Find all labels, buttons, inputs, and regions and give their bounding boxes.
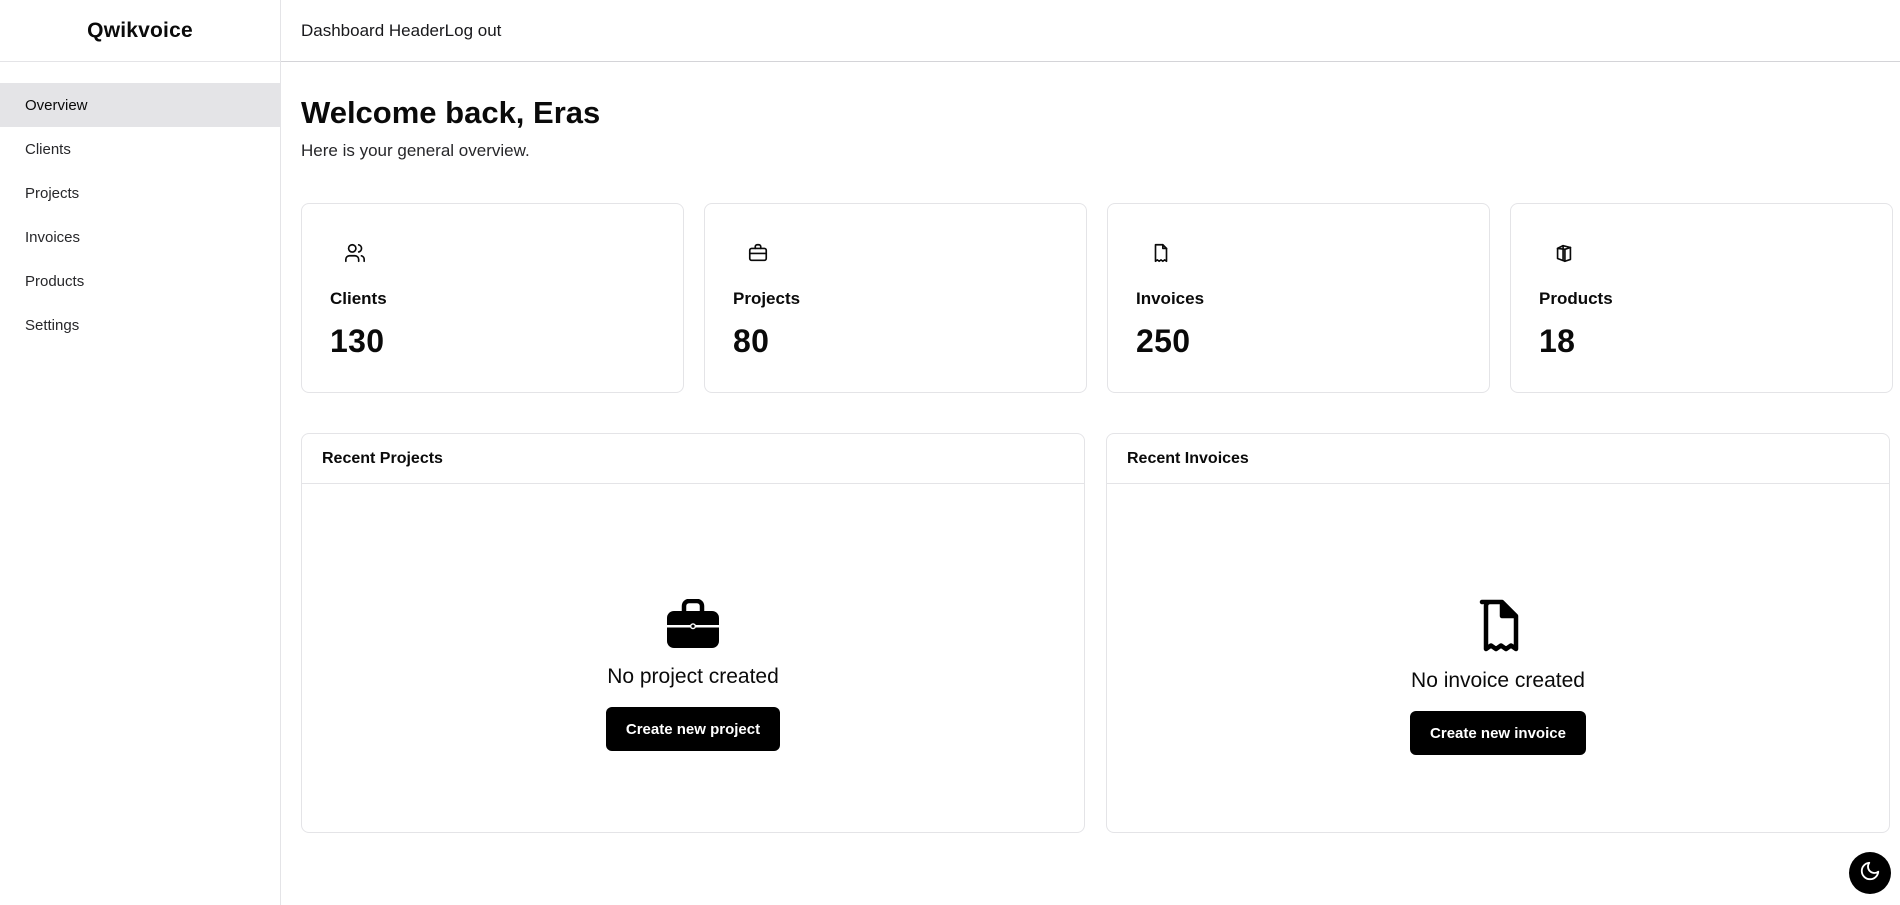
app: Qwikvoice Overview Clients Projects Invo… [0,0,1900,905]
stat-label: Clients [330,289,387,308]
brand-logo[interactable]: Qwikvoice [0,0,280,62]
empty-state-text: No invoice created [1411,669,1585,692]
stats-row: Clients 130 Projects 80 Invoices 250 Pro… [301,203,1893,393]
logout-link[interactable]: Log out [445,21,502,41]
stat-card-clients: Clients 130 [301,203,684,393]
theme-toggle-button[interactable] [1849,852,1891,894]
stat-value: 250 [1136,323,1191,359]
sidebar-item-overview[interactable]: Overview [0,83,280,127]
receipt-icon [1150,242,1172,264]
sidebar: Qwikvoice Overview Clients Projects Invo… [0,0,281,905]
empty-state-text: No project created [607,665,779,688]
create-invoice-button[interactable]: Create new invoice [1410,711,1586,755]
empty-state: No invoice created Create new invoice [1107,599,1889,755]
main-content: Welcome back, Eras Here is your general … [301,62,1893,833]
create-project-button[interactable]: Create new project [605,707,781,751]
sidebar-item-projects[interactable]: Projects [0,171,280,215]
users-icon [344,242,366,264]
briefcase-icon [666,599,720,649]
page-title: Welcome back, Eras [301,95,601,130]
sidebar-nav: Overview Clients Projects Invoices Produ… [0,83,280,347]
sidebar-item-clients[interactable]: Clients [0,127,280,171]
sidebar-item-settings[interactable]: Settings [0,303,280,347]
recent-invoices-panel: Recent Invoices No invoice created Creat… [1106,433,1890,833]
receipt-icon [1476,599,1520,653]
recent-panels: Recent Projects No project created Creat… [301,433,1890,833]
recent-projects-panel: Recent Projects No project created Creat… [301,433,1085,833]
stat-label: Products [1539,289,1613,308]
boxes-icon [1553,242,1575,264]
stat-value: 18 [1539,323,1576,359]
sidebar-item-invoices[interactable]: Invoices [0,215,280,259]
stat-card-invoices: Invoices 250 [1107,203,1490,393]
panel-title: Recent Invoices [1107,434,1889,484]
top-header: Dashboard Header Log out [281,0,1900,62]
stat-card-products: Products 18 [1510,203,1893,393]
page-subtitle: Here is your general overview. [301,141,530,160]
sidebar-item-products[interactable]: Products [0,259,280,303]
stat-label: Invoices [1136,289,1205,308]
moon-icon [1859,860,1881,887]
stat-label: Projects [733,289,801,308]
empty-state: No project created Create new project [302,599,1084,751]
stat-value: 80 [733,323,770,359]
stat-card-projects: Projects 80 [704,203,1087,393]
panel-title: Recent Projects [302,434,1084,484]
stat-value: 130 [330,323,385,359]
briefcase-icon [747,242,769,264]
header-title: Dashboard Header [301,20,445,40]
